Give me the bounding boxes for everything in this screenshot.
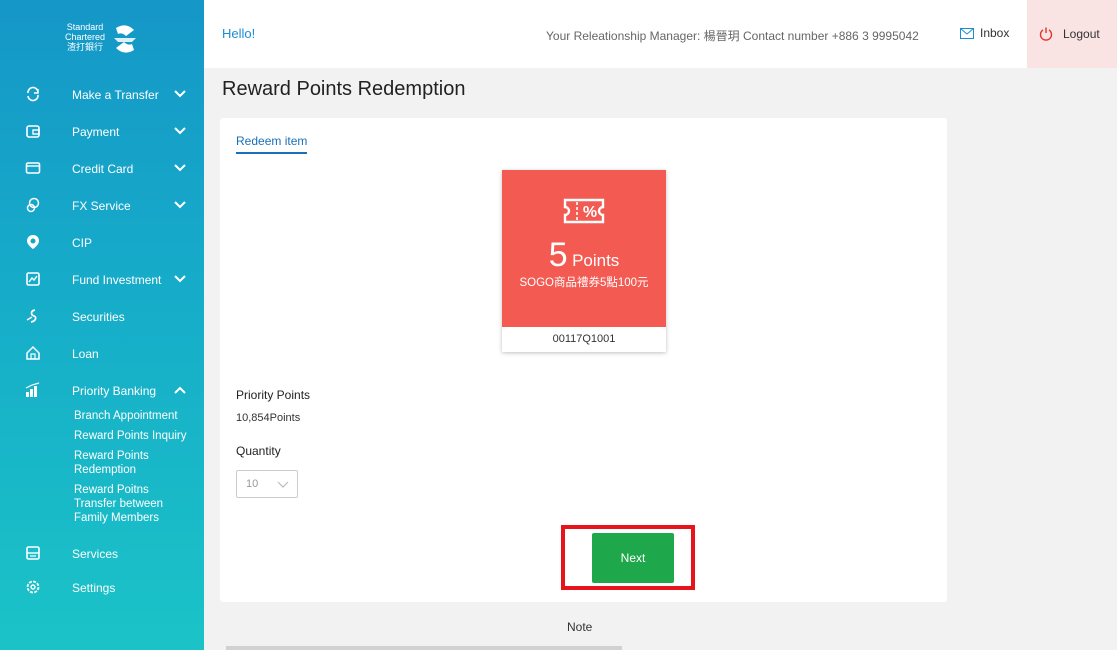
sidebar: Standard Chartered 渣打銀行 Make a Transfer … <box>0 0 204 650</box>
top-header: Hello! Your Releationship Manager: 楊晉玥 C… <box>204 0 1117 68</box>
logo-line-1: Standard <box>66 22 104 32</box>
chevron-down-icon <box>174 201 186 209</box>
logout-label: Logout <box>1063 27 1100 41</box>
sidebar-item-make-a-transfer[interactable]: Make a Transfer <box>0 76 204 113</box>
priority-banking-icon <box>25 382 40 397</box>
sidebar-item-label: FX Service <box>72 199 131 213</box>
chevron-down-icon <box>277 481 289 488</box>
loan-icon <box>26 345 40 360</box>
settings-icon <box>26 580 40 594</box>
sidebar-subitem-branch-appointment[interactable]: Branch Appointment <box>0 409 204 423</box>
quantity-value: 10 <box>246 478 259 490</box>
next-button[interactable]: Next <box>592 533 674 583</box>
sidebar-subitem-reward-points-inquiry[interactable]: Reward Points Inquiry <box>0 429 204 443</box>
note-heading: Note <box>567 620 593 634</box>
priority-banking-submenu: Branch Appointment Reward Points Inquiry… <box>0 409 204 525</box>
reward-item-card[interactable]: % 5 Points SOGO商品禮券5點100元 00117Q1001 <box>502 170 666 352</box>
inbox-button[interactable]: Inbox <box>960 23 1009 43</box>
tab-redeem-item[interactable]: Redeem item <box>236 134 308 154</box>
chevron-down-icon <box>174 275 186 283</box>
mail-icon <box>960 27 974 39</box>
sidebar-subitem-reward-points-transfer[interactable]: Reward Poitns Transfer between Family Me… <box>0 483 204 525</box>
fund-icon <box>26 272 40 286</box>
logo-line-2: Chartered <box>64 32 106 42</box>
sidebar-item-loan[interactable]: Loan <box>0 335 204 372</box>
wallet-icon <box>26 125 40 138</box>
reward-points-number: 5 <box>548 236 568 274</box>
sidebar-item-label: CIP <box>72 236 93 250</box>
relationship-manager-info: Your Releationship Manager: 楊晉玥 Contact … <box>546 29 919 43</box>
standard-chartered-logo[interactable]: Standard Chartered 渣打銀行 <box>62 22 148 68</box>
chevron-down-icon <box>174 90 186 98</box>
inbox-label: Inbox <box>980 26 1010 40</box>
sidebar-item-fund-investment[interactable]: Fund Investment <box>0 261 204 298</box>
svg-text:%: % <box>583 204 597 221</box>
sidebar-item-label: Credit Card <box>72 162 134 176</box>
sidebar-item-label: Payment <box>72 125 120 139</box>
sidebar-item-securities[interactable]: Securities <box>0 298 204 335</box>
sidebar-item-credit-card[interactable]: Credit Card <box>0 150 204 187</box>
note-text-cutoff <box>226 646 886 650</box>
chevron-down-icon <box>174 164 186 172</box>
sidebar-item-fx-service[interactable]: FX Service <box>0 187 204 224</box>
sidebar-item-label: Securities <box>72 310 125 324</box>
logo-mark-icon <box>114 25 136 53</box>
quantity-label: Quantity <box>236 444 281 458</box>
credit-card-icon <box>25 162 41 174</box>
sidebar-item-settings[interactable]: Settings <box>0 569 204 606</box>
priority-points-label: Priority Points <box>236 388 311 402</box>
sidebar-nav: Make a Transfer Payment Credit Card FX S… <box>0 76 204 606</box>
sidebar-item-cip[interactable]: CIP <box>0 224 204 261</box>
sidebar-item-label: Settings <box>72 581 116 595</box>
logout-button[interactable]: Logout <box>1027 0 1117 68</box>
sidebar-item-services[interactable]: Services <box>0 535 204 572</box>
priority-points-value: 10,854Points <box>236 412 301 424</box>
logo-line-3: 渣打銀行 <box>66 42 103 52</box>
page-title: Reward Points Redemption <box>222 78 466 100</box>
power-icon <box>1039 27 1053 41</box>
reward-item-banner: % 5 Points SOGO商品禮券5點100元 <box>502 170 666 327</box>
securities-icon <box>26 309 37 323</box>
sidebar-item-label: Make a Transfer <box>72 88 159 102</box>
cip-icon <box>27 235 39 249</box>
reward-points-unit: Points <box>572 251 620 270</box>
sidebar-item-payment[interactable]: Payment <box>0 113 204 150</box>
coupon-icon: % <box>563 198 605 224</box>
sidebar-item-label: Services <box>72 547 119 561</box>
greeting: Hello! <box>222 26 256 41</box>
sidebar-item-label: Loan <box>72 347 99 361</box>
redemption-card: Redeem item % 5 Points SOGO商品禮券5點100元 00… <box>220 118 947 602</box>
logo-text: Standard Chartered 渣打銀行 <box>62 22 108 52</box>
sidebar-item-label: Priority Banking <box>72 384 157 398</box>
reward-item-code: 00117Q1001 <box>552 333 616 345</box>
sidebar-subitem-reward-points-redemption[interactable]: Reward Points Redemption <box>0 449 204 477</box>
sidebar-item-label: Fund Investment <box>72 273 162 287</box>
services-icon <box>26 546 40 560</box>
reward-item-name: SOGO商品禮券5點100元 <box>519 277 649 289</box>
fx-icon <box>26 197 40 213</box>
quantity-select[interactable]: 10 <box>236 470 298 498</box>
chevron-down-icon <box>174 127 186 135</box>
transfer-icon <box>27 86 39 102</box>
reward-points: 5 Points <box>502 236 666 274</box>
chevron-up-icon <box>174 386 186 394</box>
sidebar-item-priority-banking[interactable]: Priority Banking <box>0 372 204 409</box>
